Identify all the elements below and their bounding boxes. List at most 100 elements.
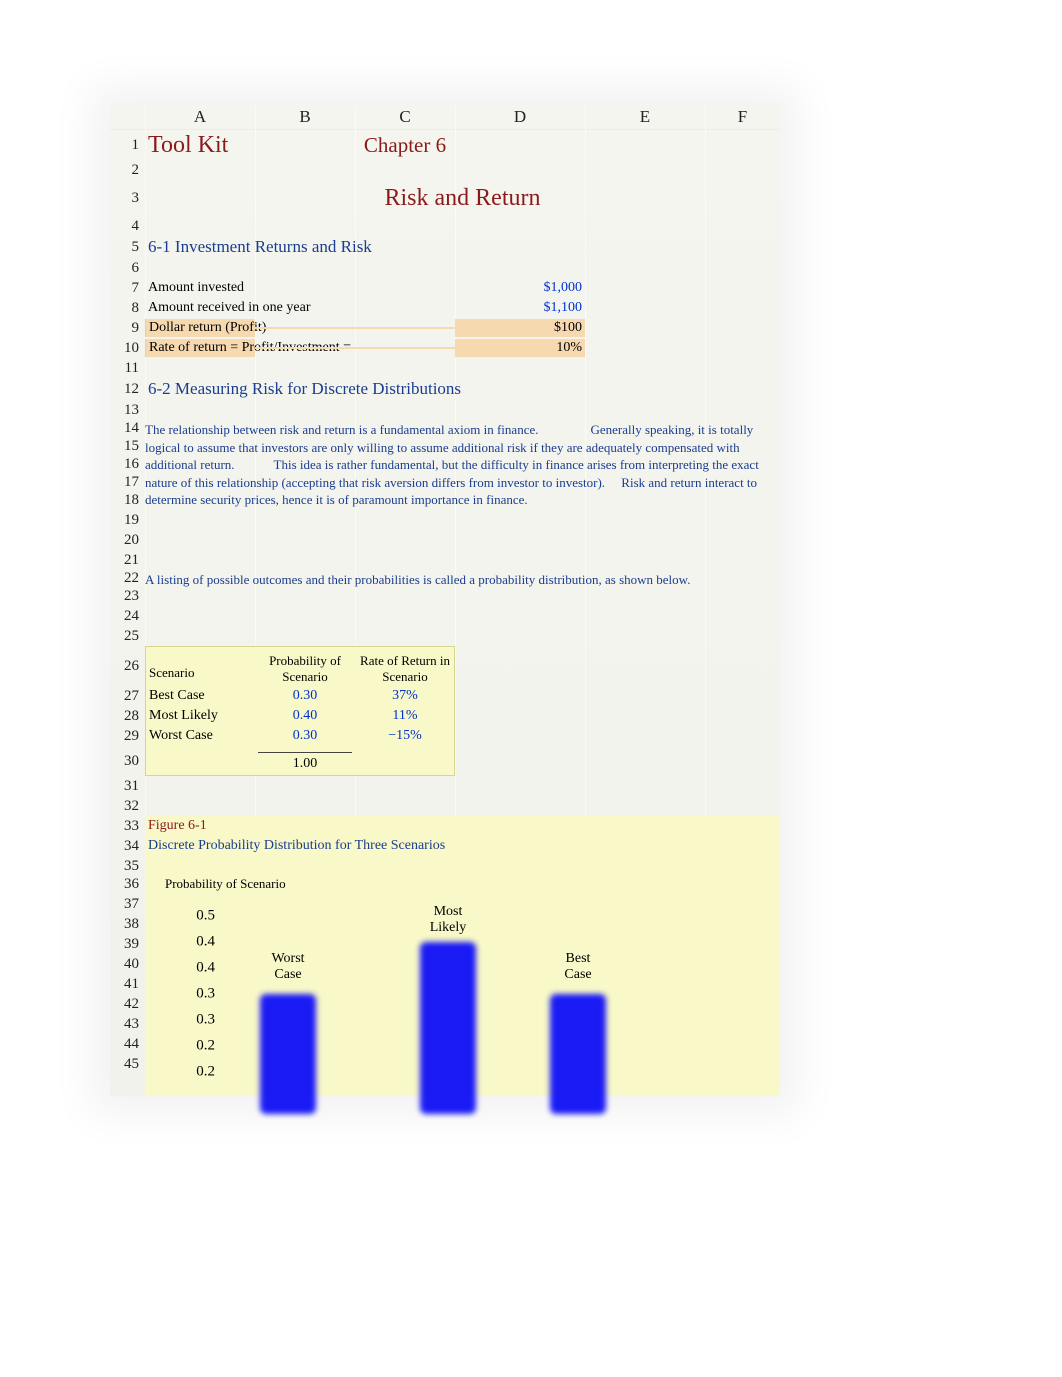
section-heading[interactable]: Risk and Return (145, 184, 780, 213)
row-3[interactable]: 3 Risk and Return (110, 180, 780, 216)
row-header[interactable]: 42 (110, 996, 145, 1016)
row-header[interactable]: 13 (110, 402, 145, 419)
row-header[interactable]: 2 (110, 162, 145, 179)
row-header[interactable]: 32 (110, 798, 145, 815)
col-header-A[interactable]: A (145, 107, 255, 127)
value-amount-received[interactable]: $1,100 (455, 299, 585, 317)
row-27[interactable]: 27 Best Case 0.30 37% (110, 686, 780, 706)
row-34[interactable]: 34 Discrete Probability Distribution for… (110, 836, 780, 856)
row-header[interactable]: 20 (110, 532, 145, 549)
chapter-cell[interactable]: Chapter 6 (355, 132, 455, 159)
value-dollar-return[interactable]: $100 (455, 319, 585, 337)
value-amount-invested[interactable]: $1,000 (455, 279, 585, 297)
row-35[interactable]: 35 (110, 856, 780, 876)
prob-row-best-label[interactable]: Best Case (145, 687, 255, 705)
prob-header-scenario[interactable]: Scenario (145, 651, 255, 682)
prob-sum[interactable]: 1.00 (258, 752, 352, 772)
row-header[interactable]: 41 (110, 976, 145, 996)
row-header[interactable]: 8 (110, 300, 145, 317)
prob-header-probability[interactable]: Probability of Scenario (255, 647, 355, 685)
row-19[interactable]: 19 (110, 510, 780, 530)
prob-row-likely-label[interactable]: Most Likely (145, 707, 255, 725)
prob-row-likely-ror[interactable]: 11% (355, 707, 455, 725)
row-33[interactable]: 33 Figure 6-1 (110, 816, 780, 836)
row-20[interactable]: 20 (110, 530, 780, 550)
row-21[interactable]: 21 (110, 550, 780, 570)
row-header[interactable]: 16 (110, 456, 145, 474)
prob-row-worst-prob[interactable]: 0.30 (255, 727, 355, 745)
row-header[interactable]: 6 (110, 260, 145, 277)
row-6[interactable]: 6 (110, 258, 780, 278)
label-amount-invested[interactable]: Amount invested (145, 279, 455, 297)
row-header[interactable]: 40 (110, 956, 145, 976)
row-32[interactable]: 32 (110, 796, 780, 816)
row-28[interactable]: 28 Most Likely 0.40 11% (110, 706, 780, 726)
prob-row-worst-label[interactable]: Worst Case (145, 727, 255, 745)
row-header[interactable]: 33 (110, 818, 145, 835)
col-header-F[interactable]: F (705, 107, 780, 127)
row-29[interactable]: 29 Worst Case 0.30 −15% (110, 726, 780, 746)
row-header[interactable]: 43 (110, 1016, 145, 1036)
row-7[interactable]: 7 Amount invested $1,000 (110, 278, 780, 298)
row-header[interactable]: 15 (110, 438, 145, 456)
row-1[interactable]: 1 Tool Kit Chapter 6 (110, 130, 780, 160)
paragraph-prob-dist[interactable]: A listing of possible outcomes and their… (145, 570, 773, 590)
row-header[interactable]: 30 (110, 753, 145, 770)
label-amount-received[interactable]: Amount received in one year (145, 299, 455, 317)
prob-row-best-ror[interactable]: 37% (355, 687, 455, 705)
row-header[interactable]: 18 (110, 492, 145, 510)
row-header[interactable]: 4 (110, 218, 145, 235)
figure-title[interactable]: Discrete Probability Distribution for Th… (145, 837, 645, 855)
prob-row-likely-prob[interactable]: 0.40 (255, 707, 355, 725)
row-5[interactable]: 5 6-1 Investment Returns and Risk (110, 236, 780, 258)
row-header[interactable]: 28 (110, 708, 145, 725)
row-4[interactable]: 4 (110, 216, 780, 236)
subsection-6-1[interactable]: 6-1 Investment Returns and Risk (145, 236, 545, 258)
row-24[interactable]: 24 (110, 606, 780, 626)
row-header[interactable]: 3 (110, 190, 145, 207)
row-header[interactable]: 26 (110, 658, 145, 675)
row-header[interactable]: 22 (110, 570, 145, 588)
row-26[interactable]: 26 Scenario Probability of Scenario Rate… (110, 646, 780, 686)
row-12[interactable]: 12 6-2 Measuring Risk for Discrete Distr… (110, 378, 780, 400)
col-header-D[interactable]: D (455, 107, 585, 127)
row-header[interactable]: 9 (110, 320, 145, 337)
row-header[interactable]: 17 (110, 474, 145, 492)
row-header[interactable]: 29 (110, 728, 145, 745)
row-header[interactable]: 39 (110, 936, 145, 956)
row-header[interactable]: 12 (110, 381, 145, 398)
paragraph-risk-return[interactable]: The relationship between risk and return… (145, 420, 773, 510)
row-30[interactable]: 30 1.00 (110, 746, 780, 776)
row-header[interactable]: 38 (110, 916, 145, 936)
row-header[interactable]: 37 (110, 896, 145, 916)
row-31[interactable]: 31 (110, 776, 780, 796)
col-header-E[interactable]: E (585, 107, 705, 127)
row-header[interactable]: 11 (110, 360, 145, 377)
figure-label[interactable]: Figure 6-1 (145, 817, 345, 835)
row-header[interactable]: 10 (110, 340, 145, 357)
row-header[interactable]: 21 (110, 552, 145, 569)
row-25[interactable]: 25 (110, 626, 780, 646)
row-header[interactable]: 31 (110, 778, 145, 795)
value-rate-of-return[interactable]: 10% (455, 339, 585, 357)
row-8[interactable]: 8 Amount received in one year $1,100 (110, 298, 780, 318)
row-header[interactable]: 23 (110, 588, 145, 606)
prob-row-best-prob[interactable]: 0.30 (255, 687, 355, 705)
row-header[interactable]: 35 (110, 858, 145, 875)
row-2[interactable]: 2 (110, 160, 780, 180)
row-header[interactable]: 24 (110, 608, 145, 625)
row-header[interactable]: 7 (110, 280, 145, 297)
subsection-6-2[interactable]: 6-2 Measuring Risk for Discrete Distribu… (145, 378, 645, 400)
row-header[interactable]: 1 (110, 137, 145, 154)
row-10[interactable]: 10 Rate of return = Profit/Investment = … (110, 338, 780, 358)
label-rate-of-return[interactable]: Rate of return = Profit/Investment = (145, 339, 255, 357)
row-header[interactable]: 14 (110, 420, 145, 438)
prob-row-worst-ror[interactable]: −15% (355, 727, 455, 745)
row-header[interactable]: 34 (110, 838, 145, 855)
row-header[interactable]: 25 (110, 628, 145, 645)
title-cell[interactable]: Tool Kit (145, 131, 255, 160)
row-header[interactable]: 27 (110, 688, 145, 705)
row-header[interactable]: 44 (110, 1036, 145, 1056)
row-header[interactable]: 19 (110, 512, 145, 529)
row-header[interactable]: 45 (110, 1056, 145, 1076)
